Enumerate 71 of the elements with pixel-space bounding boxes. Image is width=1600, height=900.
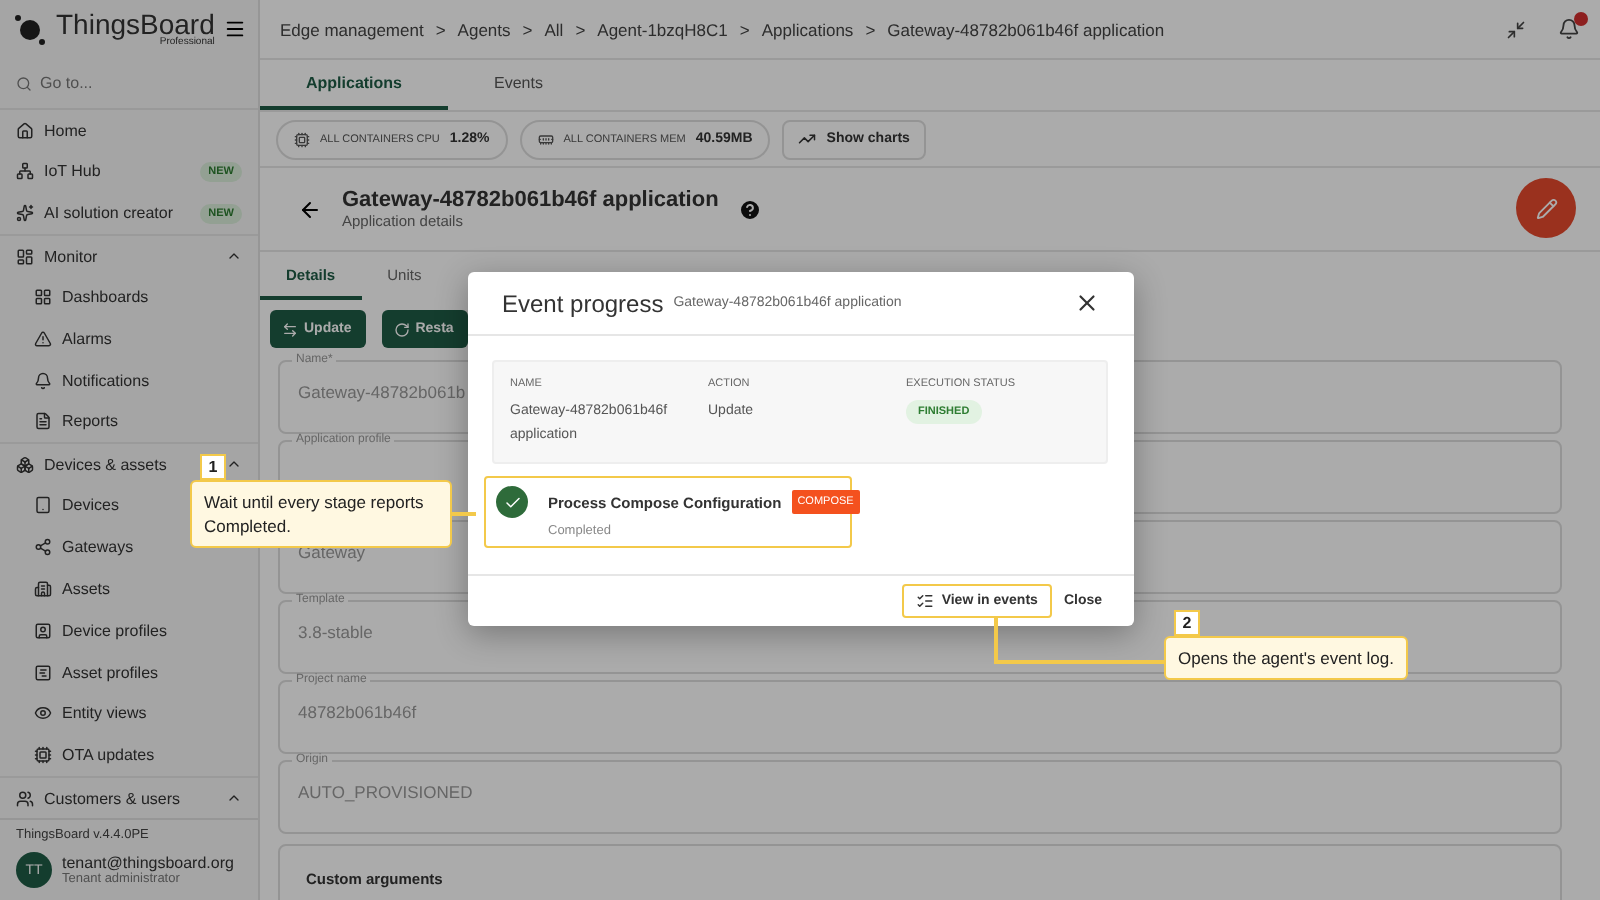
sidebar-item[interactable]: Notifications (0, 359, 258, 402)
step-number: 2 (1174, 610, 1200, 636)
bell-icon[interactable] (1558, 18, 1580, 40)
notification-badge (1574, 12, 1588, 26)
sidebar-item[interactable]: Reports (0, 401, 258, 443)
dialog-title: Event progress (502, 289, 664, 317)
sidebar-item[interactable]: Customers & users (0, 776, 258, 818)
home-icon (16, 121, 34, 140)
menu-icon[interactable] (224, 18, 246, 41)
restart-icon (393, 321, 410, 337)
sidebar-item[interactable]: Dashboards (0, 276, 258, 318)
leader-line (450, 512, 476, 515)
field-value: AUTO_PROVISIONED (298, 782, 473, 802)
help-icon[interactable] (738, 197, 763, 221)
logo-icon (12, 13, 48, 46)
edit-button[interactable] (1516, 178, 1576, 238)
chip-icon (294, 131, 310, 147)
breadcrumb-link[interactable]: Gateway-48782b061b46f application (887, 19, 1165, 39)
trend-icon (798, 130, 817, 148)
boxes-icon (16, 455, 34, 474)
dashboard-icon (16, 247, 34, 266)
network-icon (16, 162, 34, 181)
sidebar-item[interactable]: Asset profiles (0, 651, 258, 693)
sidebar-item[interactable]: Device profiles (0, 609, 258, 652)
pencil-icon (1535, 197, 1557, 219)
sidebar-item[interactable]: OTA updates (0, 734, 258, 777)
chart-icon (34, 663, 52, 682)
search-field[interactable]: Go to... (0, 59, 258, 110)
collapse-icon[interactable] (1506, 19, 1526, 39)
breadcrumb-separator: > (865, 19, 876, 39)
breadcrumb-separator: > (522, 19, 533, 39)
callout-text: Wait until every stage reports Completed. (190, 480, 452, 548)
sidebar-item[interactable]: Entity views (0, 692, 258, 735)
tab[interactable]: Applications (260, 60, 449, 110)
search-icon (16, 75, 32, 92)
warning-icon (34, 329, 52, 348)
share-icon (34, 538, 52, 556)
swap-icon (282, 321, 298, 337)
breadcrumb-link[interactable]: Applications (761, 19, 854, 39)
list-icon (915, 592, 934, 610)
chip-icon (34, 746, 52, 765)
sidebar-item[interactable]: Monitor (0, 234, 258, 276)
breadcrumb-link[interactable]: Edge management (280, 19, 424, 39)
bell-icon (34, 371, 52, 390)
document-icon (34, 412, 52, 431)
back-icon[interactable] (298, 197, 322, 221)
breadcrumb-link[interactable]: Agents (457, 19, 511, 39)
sidebar-item[interactable]: Alarms (0, 317, 258, 360)
callout-text: Opens the agent's event log. (1164, 636, 1408, 680)
page-title: Gateway-48782b061b46f application (342, 188, 719, 212)
tab[interactable]: Events (448, 60, 589, 110)
user-email: tenant@thingsboard.org (62, 854, 234, 872)
breadcrumb-separator: > (739, 19, 750, 39)
sidebar-item[interactable]: Assets (0, 567, 258, 610)
breadcrumb-separator: > (575, 19, 586, 39)
step-number: 1 (200, 454, 226, 480)
sidebar-item[interactable]: Home (0, 109, 258, 151)
memory-icon (537, 131, 554, 147)
tablet-icon (34, 496, 52, 515)
eye-icon (34, 704, 52, 723)
breadcrumb-separator: > (435, 19, 446, 39)
breadcrumb-link[interactable]: All (544, 19, 564, 39)
grid-icon (34, 287, 52, 306)
users-icon (16, 789, 34, 808)
logo-text: ThingsBoard (56, 10, 215, 39)
building-icon (34, 579, 52, 598)
field-value: 48782b061b46f (298, 702, 417, 722)
sparkles-icon (16, 204, 34, 223)
breadcrumb-link[interactable]: Agent-1bzqH8C1 (597, 19, 728, 39)
id-card-icon (34, 621, 52, 640)
field-value: 3.8-stable (298, 622, 373, 642)
